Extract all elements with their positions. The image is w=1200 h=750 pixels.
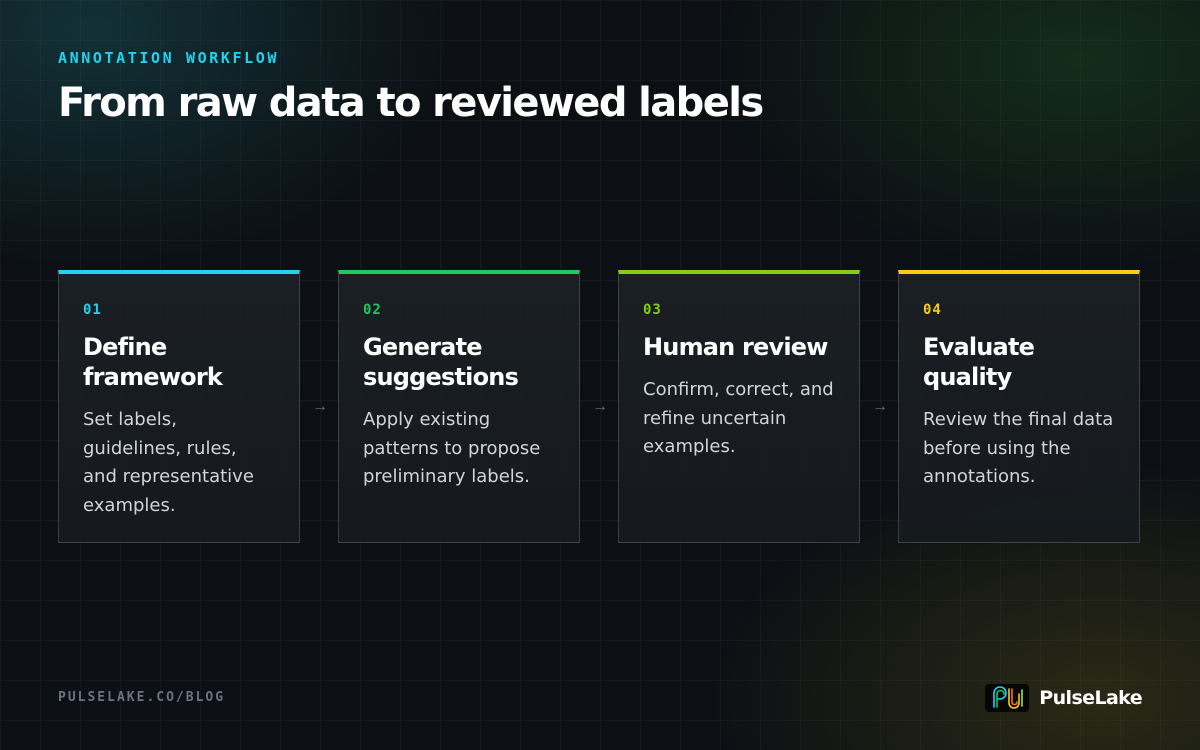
section-eyebrow: ANNOTATION WORKFLOW <box>58 49 279 67</box>
step-number: 01 <box>83 302 102 318</box>
step-number: 02 <box>363 302 382 318</box>
step-card-human-review: 03 Human review Confirm, correct, and re… <box>618 270 860 543</box>
step-description: Set labels, guidelines, rules, and repre… <box>83 409 254 516</box>
footer-url[interactable]: PULSELAKE.CO/BLOG <box>58 690 225 705</box>
step-card-evaluate-quality: 04 Evaluate quality Review the final dat… <box>898 270 1140 543</box>
step-title: Human review <box>643 333 828 361</box>
step-number: 04 <box>923 302 942 318</box>
step-card-define-framework: 01 Define framework Set labels, guidelin… <box>58 270 300 543</box>
brand-name: PulseLake <box>1039 687 1142 709</box>
pulselake-logo-icon <box>985 684 1030 712</box>
step-number: 03 <box>643 302 662 318</box>
arrow-right-icon: → <box>592 398 608 415</box>
arrow-right-icon: → <box>872 398 888 415</box>
pulselake-logo-mark <box>993 686 1024 709</box>
step-title: Generate suggestions <box>363 333 519 391</box>
step-description: Review the final data before using the a… <box>923 409 1114 487</box>
brand-lockup: PulseLake <box>985 684 1143 712</box>
step-description: Apply existing patterns to propose preli… <box>363 409 541 487</box>
step-card-generate-suggestions: 02 Generate suggestions Apply existing p… <box>338 270 580 543</box>
step-description: Confirm, correct, and refine uncertain e… <box>643 379 834 457</box>
step-title: Evaluate quality <box>923 333 1035 391</box>
step-title: Define framework <box>83 333 223 391</box>
page-title: From raw data to reviewed labels <box>58 80 764 126</box>
arrow-right-icon: → <box>312 398 328 415</box>
